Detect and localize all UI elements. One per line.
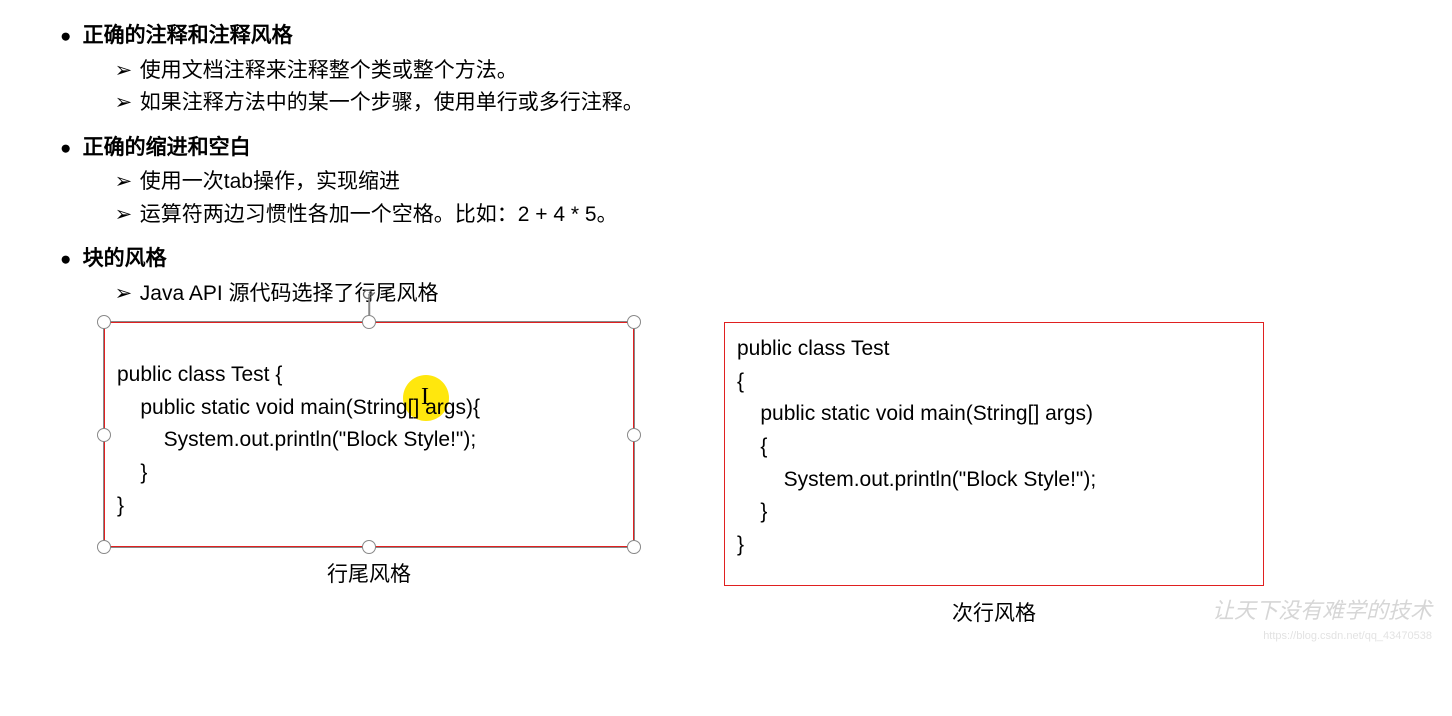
caption-right: 次行风格: [952, 598, 1036, 631]
sub-item: 如果注释方法中的某一个步骤，使用单行或多行注释。: [115, 87, 1392, 120]
code-right-content: public class Test { public static void m…: [737, 333, 1251, 561]
sub-item-text: 使用一次tab操作，实现缩进: [140, 170, 400, 193]
code-col-right: public class Test { public static void m…: [724, 322, 1264, 630]
code-examples-row: I public class Test { public static void…: [104, 322, 1392, 630]
sublist-3: Java API 源代码选择了行尾风格: [115, 278, 1392, 311]
section-comment-style: 正确的注释和注释风格 使用文档注释来注释整个类或整个方法。 如果注释方法中的某一…: [60, 20, 1392, 120]
sublist-1: 使用文档注释来注释整个类或整个方法。 如果注释方法中的某一个步骤，使用单行或多行…: [115, 55, 1392, 120]
resize-handle-icon[interactable]: [97, 540, 111, 554]
resize-handle-icon[interactable]: [97, 428, 111, 442]
section-block-style: 块的风格 Java API 源代码选择了行尾风格: [60, 243, 1392, 310]
code-col-left: I public class Test { public static void…: [104, 322, 634, 630]
sub-item-text: 运算符两边习惯性各加一个空格。比如：2 + 4 * 5。: [140, 203, 618, 226]
resize-handle-icon[interactable]: [627, 540, 641, 554]
section-indent: 正确的缩进和空白 使用一次tab操作，实现缩进 运算符两边习惯性各加一个空格。比…: [60, 132, 1392, 232]
sub-item-text: 使用文档注释来注释整个类或整个方法。: [140, 59, 518, 82]
resize-handle-icon[interactable]: [362, 315, 376, 329]
heading-1: 正确的注释和注释风格: [60, 20, 1392, 53]
code-left-content: public class Test { public static void m…: [117, 359, 621, 522]
sub-item-text: 如果注释方法中的某一个步骤，使用单行或多行注释。: [140, 91, 644, 114]
resize-handle-icon[interactable]: [362, 540, 376, 554]
resize-handle-icon[interactable]: [627, 315, 641, 329]
heading-3: 块的风格: [60, 243, 1392, 276]
sub-item: 使用文档注释来注释整个类或整个方法。: [115, 55, 1392, 88]
code-box-next-line: public class Test { public static void m…: [724, 322, 1264, 586]
heading-2: 正确的缩进和空白: [60, 132, 1392, 165]
resize-handle-icon[interactable]: [627, 428, 641, 442]
sub-item: 使用一次tab操作，实现缩进: [115, 166, 1392, 199]
sub-item-text: Java API 源代码选择了行尾风格: [140, 282, 439, 305]
sub-item: Java API 源代码选择了行尾风格: [115, 278, 1392, 311]
caption-left: 行尾风格: [327, 559, 411, 592]
resize-handle-icon[interactable]: [97, 315, 111, 329]
sub-item: 运算符两边习惯性各加一个空格。比如：2 + 4 * 5。: [115, 199, 1392, 232]
code-box-end-of-line[interactable]: I public class Test { public static void…: [104, 322, 634, 547]
sublist-2: 使用一次tab操作，实现缩进 运算符两边习惯性各加一个空格。比如：2 + 4 *…: [115, 166, 1392, 231]
